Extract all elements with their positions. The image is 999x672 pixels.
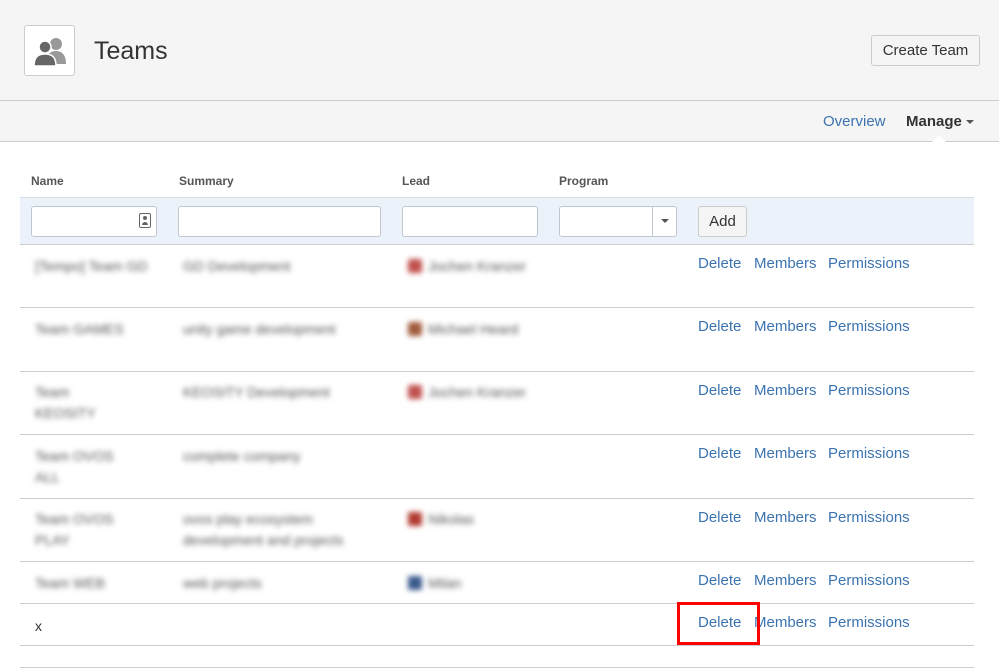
permissions-link[interactable]: Permissions	[828, 254, 910, 274]
team-name: Team OVOS ALL	[35, 448, 114, 485]
delete-link[interactable]: Delete	[698, 254, 741, 274]
team-lead-name[interactable]: Jochen Kranzer	[428, 256, 526, 277]
team-summary: KEOSITY Development	[183, 384, 330, 400]
page-title: Teams	[94, 37, 168, 65]
members-link[interactable]: Members	[754, 613, 817, 633]
avatar	[408, 385, 422, 399]
column-header-name: Name	[31, 174, 64, 188]
tab-manage[interactable]: Manage	[906, 113, 962, 130]
summary-filter-input[interactable]	[178, 206, 381, 237]
team-lead: Nikolas	[408, 509, 528, 530]
team-summary: web projects	[183, 575, 262, 591]
members-link[interactable]: Members	[754, 254, 817, 274]
active-tab-pointer	[931, 135, 947, 143]
members-link[interactable]: Members	[754, 317, 817, 337]
avatar	[408, 576, 422, 590]
column-header-summary: Summary	[179, 174, 234, 188]
team-summary: ovos play ecosystem development and proj…	[183, 511, 344, 548]
permissions-link[interactable]: Permissions	[828, 508, 910, 528]
team-lead: Jochen Kranzer	[408, 382, 528, 403]
members-link[interactable]: Members	[754, 381, 817, 401]
members-link[interactable]: Members	[754, 571, 817, 591]
permissions-link[interactable]: Permissions	[828, 571, 910, 591]
column-header-program: Program	[559, 174, 609, 188]
sub-navigation: Overview Manage	[0, 101, 999, 143]
add-team-button[interactable]: Add	[698, 206, 747, 237]
permissions-link[interactable]: Permissions	[828, 381, 910, 401]
team-name: Team WEB	[35, 575, 106, 591]
team-lead-name[interactable]: Michael Heard	[428, 319, 518, 340]
team-summary: unity game development	[183, 321, 336, 337]
program-select[interactable]	[559, 206, 677, 237]
delete-link[interactable]: Delete	[698, 444, 741, 464]
select-divider	[652, 207, 653, 236]
permissions-link[interactable]: Permissions	[828, 444, 910, 464]
team-lead-name[interactable]: Jochen Kranzer	[428, 382, 526, 403]
avatar	[408, 322, 422, 336]
tab-overview[interactable]: Overview	[823, 113, 886, 130]
chevron-down-icon[interactable]	[966, 120, 974, 124]
create-team-button[interactable]: Create Team	[871, 35, 980, 66]
table-bottom-divider	[20, 667, 974, 668]
team-name: Team OVOS PLAY	[35, 511, 114, 548]
members-link[interactable]: Members	[754, 444, 817, 464]
contact-card-icon[interactable]	[139, 213, 151, 228]
team-lead: Jochen Kranzer	[408, 256, 528, 277]
permissions-link[interactable]: Permissions	[828, 317, 910, 337]
column-header-lead: Lead	[402, 174, 431, 188]
team-name: Team KEOSITY	[35, 384, 96, 421]
team-lead-name[interactable]: Nikolas	[428, 509, 474, 530]
team-lead-name[interactable]: Milan	[428, 573, 461, 594]
delete-highlight-box	[677, 602, 760, 645]
delete-link[interactable]: Delete	[698, 508, 741, 528]
teams-logo	[24, 25, 75, 76]
delete-link[interactable]: Delete	[698, 317, 741, 337]
team-lead: Michael Heard	[408, 319, 528, 340]
members-link[interactable]: Members	[754, 508, 817, 528]
team-name: x	[35, 618, 42, 634]
delete-link[interactable]: Delete	[698, 381, 741, 401]
lead-filter-input[interactable]	[402, 206, 538, 237]
chevron-down-icon[interactable]	[661, 219, 669, 223]
team-summary: GD Development	[183, 258, 291, 274]
page-header: Teams Create Team	[0, 0, 999, 101]
permissions-link[interactable]: Permissions	[828, 613, 910, 633]
delete-link[interactable]: Delete	[698, 571, 741, 591]
team-lead: Milan	[408, 573, 528, 594]
avatar	[408, 259, 422, 273]
team-summary: complete company	[183, 448, 301, 464]
avatar	[408, 512, 422, 526]
teams-icon	[32, 37, 66, 66]
team-name: Team GAMES	[35, 321, 124, 337]
team-name: [Tempo] Team GD	[35, 258, 148, 274]
